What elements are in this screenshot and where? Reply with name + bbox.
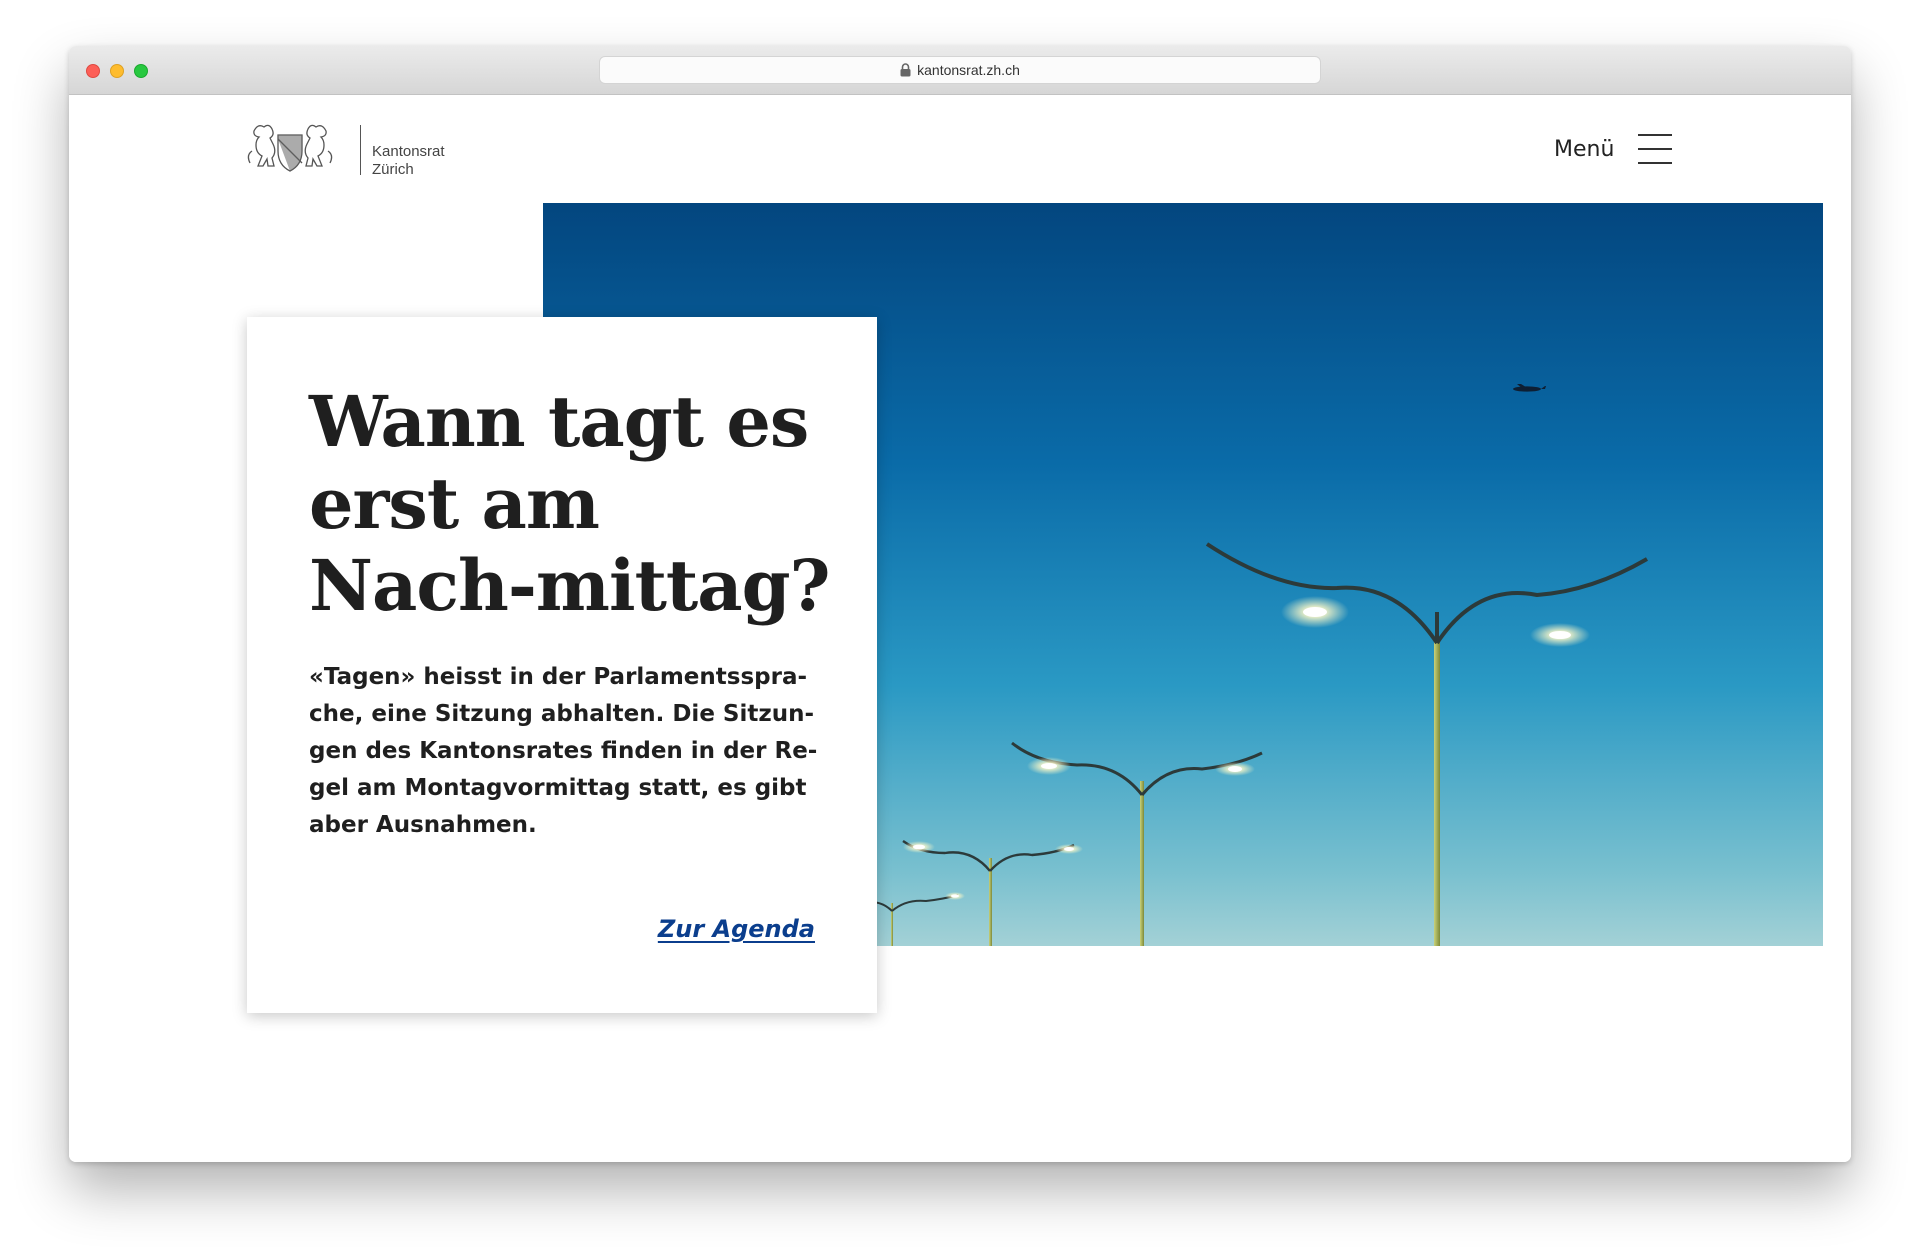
zurich-crest-icon <box>247 124 333 172</box>
address-bar[interactable]: kantonsrat.zh.ch <box>599 56 1321 84</box>
browser-window: kantonsrat.zh.ch Kantonsrat Zürich Menü … <box>69 46 1851 1162</box>
street-lamp-distant <box>861 892 965 946</box>
logo-line-1: Kantonsrat <box>372 143 445 160</box>
street-lamp-large <box>1205 542 1649 946</box>
logo-line-2: Zürich <box>372 161 414 178</box>
agenda-link[interactable]: Zur Agenda <box>658 915 815 943</box>
logo-wordmark: Kantonsrat Zürich <box>372 143 445 179</box>
hero-card: Wann tagt es erst am Nach-mittag? «Tagen… <box>247 317 877 1013</box>
menu-label: Menü <box>1554 136 1615 162</box>
hamburger-menu-icon <box>1638 134 1673 164</box>
web-page: Kantonsrat Zürich Menü Wann tagt es erst… <box>69 95 1851 1162</box>
hero-text: «Tagen» heisst in der Parlamentsspra-che… <box>309 664 818 838</box>
airplane-icon <box>1513 384 1546 392</box>
site-logo[interactable]: Kantonsrat Zürich <box>246 121 468 181</box>
close-window-button[interactable] <box>86 64 100 78</box>
minimize-window-button[interactable] <box>110 64 124 78</box>
hero-title: Wann tagt es erst am Nach-mittag? <box>309 380 831 627</box>
lock-icon <box>900 63 911 77</box>
menu-button[interactable]: Menü <box>1554 129 1673 169</box>
street-lamp-small <box>902 840 1083 946</box>
logo-divider <box>360 125 361 175</box>
address-bar-url: kantonsrat.zh.ch <box>917 62 1020 78</box>
browser-titlebar: kantonsrat.zh.ch <box>69 46 1851 95</box>
street-lamp-medium <box>1011 741 1263 946</box>
zoom-window-button[interactable] <box>134 64 148 78</box>
